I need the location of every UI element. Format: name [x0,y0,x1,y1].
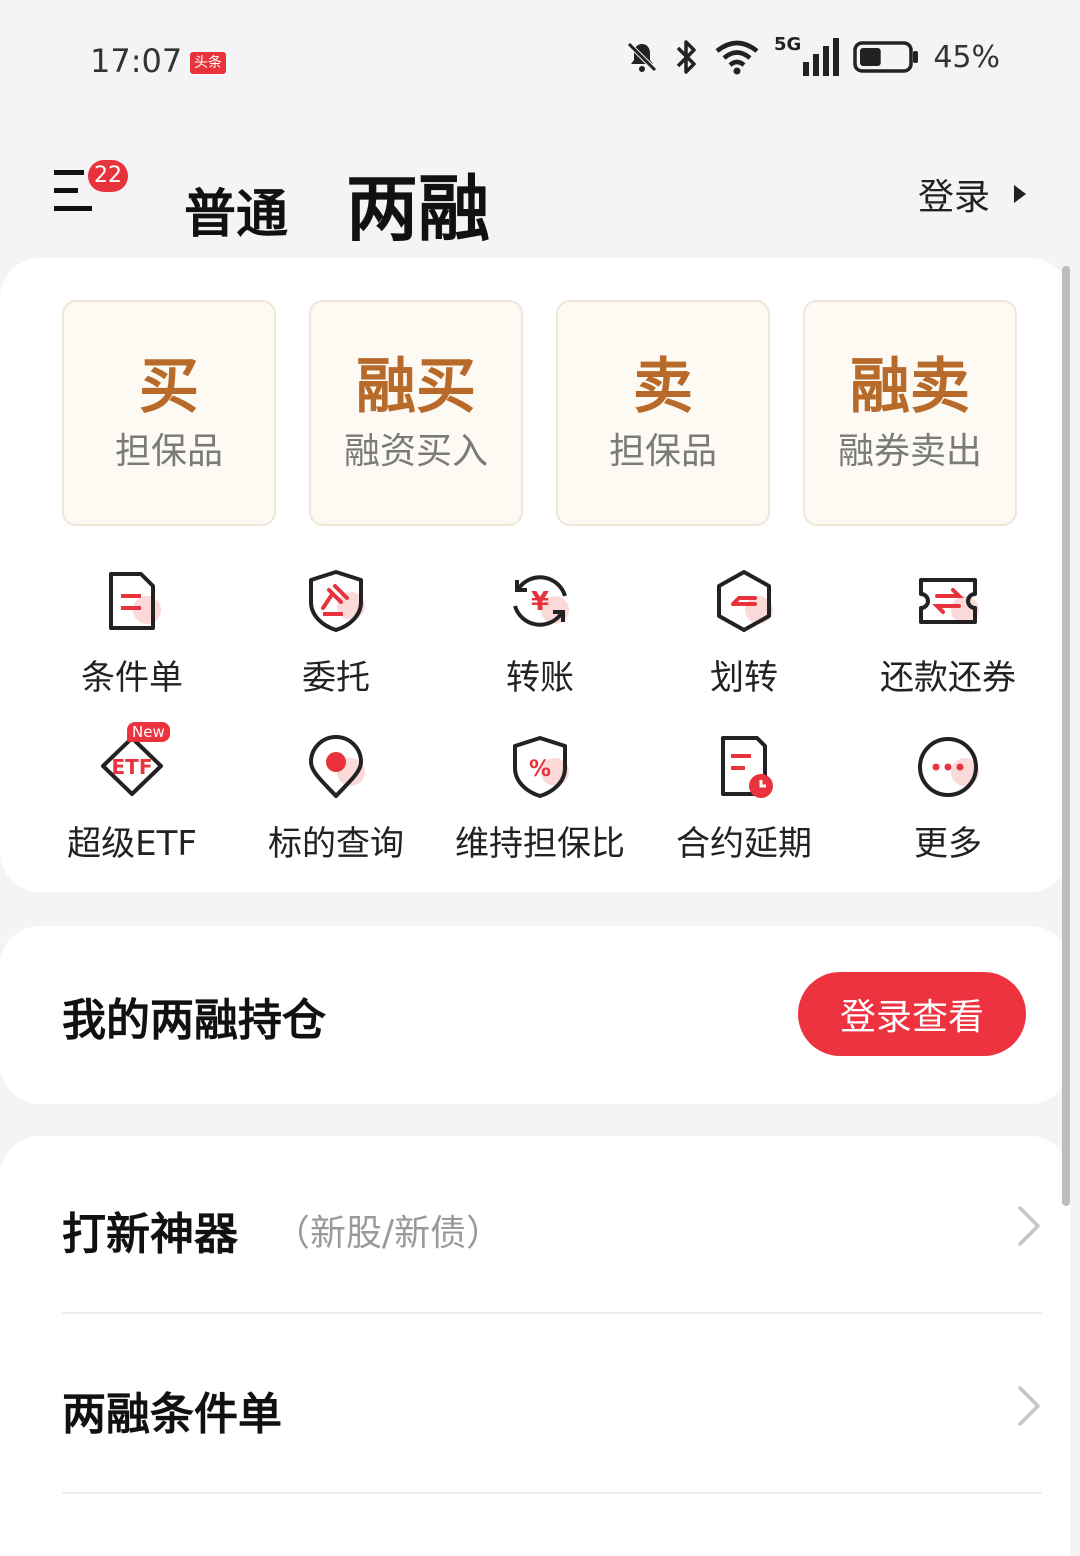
grid-item-more[interactable]: 更多 [846,732,1050,865]
transfer-yuan-icon: ¥ [513,575,569,627]
menu-badge: 22 [88,160,128,192]
list-item-title: 两融条件单 [62,1389,282,1440]
ratio-icon-text: % [529,757,551,782]
ratio-icon: % [513,736,569,798]
grid-label: 合约延期 [676,824,812,864]
trade-tile-margin-buy[interactable]: 融买 融资买入 [309,300,523,526]
etf-icon-wrap: ETF New [97,722,170,802]
trade-tile-sell[interactable]: 卖 担保品 [556,300,770,526]
grid-item-super-etf[interactable]: ETF New 超级ETF [30,722,234,865]
grid-label: 还款还券 [880,658,1016,698]
chevron-right-icon [1018,1386,1040,1426]
grid-item-contract-extend[interactable]: 合约延期 [642,732,846,865]
tile-sub: 担保品 [608,431,717,472]
grid-label: 条件单 [81,658,183,698]
grid-item-entrust[interactable]: 委托 [234,566,438,699]
signal-icon [803,38,840,76]
location-icon [309,735,365,798]
battery-percent: 45% [933,39,1000,75]
etf-icon: ETF [101,736,163,796]
grid-label: 超级ETF [67,824,197,864]
holdings-card: 我的两融持仓 登录查看 [0,926,1070,1104]
condition-order-icon [109,572,161,630]
header: 普通 两融 登录 [0,120,1080,260]
login-view-button[interactable]: 登录查看 [798,972,1026,1056]
list-card: 打新神器 （新股/新债） 两融条件单 [0,1136,1070,1556]
grid-label: 标的查询 [268,824,404,864]
svg-text:¥: ¥ [531,587,549,617]
tile-sub: 融券卖出 [837,431,982,472]
tile-main: 卖 [633,352,693,422]
tab-normal[interactable]: 普通 [184,172,288,247]
holdings-title: 我的两融持仓 [62,995,326,1046]
status-app-badge: 头条 [190,52,226,74]
list-item-margin-condition-order[interactable]: 两融条件单 [62,1316,1042,1494]
grid-label: 维持担保比 [455,824,625,864]
grid-label: 划转 [710,658,778,698]
transfer-icon [717,570,773,632]
list-item-ipo-tool[interactable]: 打新神器 （新股/新债） [62,1136,1042,1314]
tile-main: 买 [139,352,199,422]
status-bar: 17:07 头条 5G 45% [0,0,1080,120]
trade-card: 买 担保品 融买 融资买入 卖 担保品 融卖 融券卖出 条件单 委托 ¥ 转账 … [0,258,1070,892]
login-link[interactable]: 登录 [918,168,1028,220]
grid-item-condition-order[interactable]: 条件单 [30,566,234,699]
grid-item-transfer[interactable]: 划转 [642,566,846,699]
chevron-right-icon [1018,1206,1040,1246]
list-item-title: 打新神器 [62,1209,238,1260]
mute-icon [627,42,657,72]
grid-item-maintenance-ratio[interactable]: % 维持担保比 [438,732,642,865]
grid-item-transfer-funds[interactable]: ¥ 转账 [438,566,642,699]
grid-item-repay[interactable]: 还款还券 [846,566,1050,699]
more-icon [918,737,979,797]
trade-tile-buy[interactable]: 买 担保品 [62,300,276,526]
tile-main: 融买 [356,352,476,422]
login-link-label: 登录 [917,177,990,218]
network-type: 5G [774,36,840,76]
bluetooth-icon [676,40,696,74]
trade-tile-short-sell[interactable]: 融卖 融券卖出 [803,300,1017,526]
grid-label: 更多 [914,824,982,864]
tab-margin[interactable]: 两融 [346,150,490,255]
status-icons: 5G 45% [624,36,1000,76]
tile-sub: 担保品 [114,431,223,472]
scrollbar[interactable] [1062,266,1070,1206]
wifi-icon [715,40,759,75]
grid-item-target-query[interactable]: 标的查询 [234,732,438,865]
entrust-icon [309,570,365,632]
grid-label: 委托 [302,658,370,698]
repay-icon [919,578,979,624]
contract-extend-icon [721,736,773,798]
etf-icon-text: ETF [112,755,153,779]
battery-icon [853,41,919,73]
grid-label: 转账 [506,658,574,698]
status-time: 17:07 [90,42,183,80]
list-item-subtitle: （新股/新债） [274,1213,503,1254]
tile-sub: 融资买入 [343,431,488,472]
tile-main: 融卖 [850,352,970,422]
play-arrow-icon [1014,185,1026,203]
new-badge: New [127,722,170,742]
